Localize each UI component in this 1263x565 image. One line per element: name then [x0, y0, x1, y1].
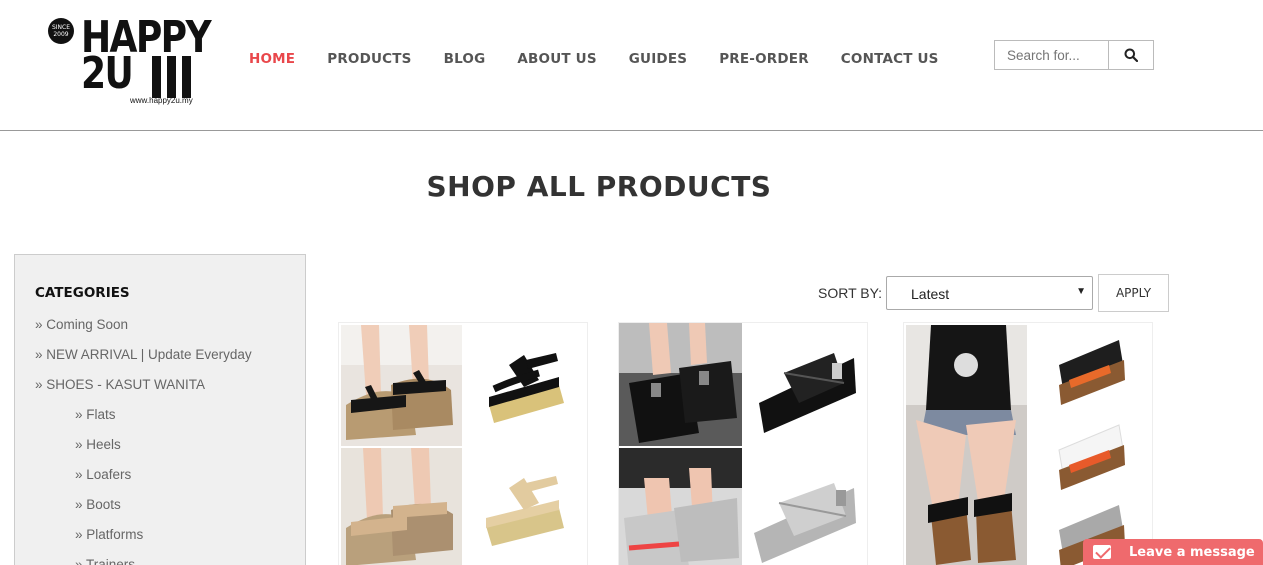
product-card[interactable] [618, 322, 868, 565]
search-box [994, 40, 1154, 70]
category-coming-soon[interactable]: » Coming Soon [35, 317, 252, 347]
category-flats[interactable]: » Flats [35, 407, 252, 437]
logo-url: www.happy2u.my [130, 96, 193, 105]
search-button[interactable] [1109, 41, 1153, 69]
product-card[interactable] [903, 322, 1153, 565]
categories-sidebar: CATEGORIES » Coming Soon » NEW ARRIVAL |… [14, 254, 306, 565]
sort-label: SORT BY: [818, 285, 883, 301]
product-photo [906, 325, 1027, 565]
leave-message-widget[interactable]: Leave a message [1083, 539, 1263, 565]
product-photo [744, 323, 867, 446]
product-photo [619, 323, 742, 446]
site-header: SINCE 2009 HAPPY 2U www.happy2u.my HOME P… [0, 0, 1263, 131]
product-photo [619, 448, 742, 565]
nav-guides[interactable]: GUIDES [629, 51, 687, 71]
since-badge: SINCE 2009 [48, 18, 74, 44]
apply-button[interactable]: APPLY [1098, 274, 1169, 312]
product-photo [464, 448, 585, 565]
product-photo [1029, 325, 1150, 565]
category-trainers[interactable]: » Trainers [35, 557, 252, 565]
search-input[interactable] [995, 41, 1109, 69]
product-photo [341, 325, 462, 446]
product-photo [341, 448, 462, 565]
nav-blog[interactable]: BLOG [444, 51, 486, 71]
category-boots[interactable]: » Boots [35, 497, 252, 527]
sort-select[interactable]: Latest ▼ [886, 276, 1093, 310]
category-shoes[interactable]: » SHOES - KASUT WANITA [35, 377, 252, 407]
nav-products[interactable]: PRODUCTS [327, 51, 411, 71]
category-new-arrival[interactable]: » NEW ARRIVAL | Update Everyday [35, 347, 252, 377]
category-platforms[interactable]: » Platforms [35, 527, 252, 557]
categories-heading: CATEGORIES [35, 285, 130, 301]
nav-contact-us[interactable]: CONTACT US [841, 51, 939, 71]
category-loafers[interactable]: » Loafers [35, 467, 252, 497]
product-photo [744, 448, 867, 565]
chevron-down-icon: ▼ [1076, 286, 1086, 297]
mail-icon [1093, 545, 1111, 559]
category-list: » Coming Soon » NEW ARRIVAL | Update Eve… [35, 317, 252, 565]
sort-selected-value: Latest [911, 286, 950, 302]
product-card[interactable] [338, 322, 588, 565]
nav-pre-order[interactable]: PRE-ORDER [719, 51, 809, 71]
nav-about-us[interactable]: ABOUT US [517, 51, 596, 71]
happy2u-logo[interactable]: SINCE 2009 HAPPY 2U www.happy2u.my [48, 12, 212, 108]
product-photo [464, 325, 585, 446]
category-heels[interactable]: » Heels [35, 437, 252, 467]
main-nav: HOME PRODUCTS BLOG ABOUT US GUIDES PRE-O… [249, 51, 971, 71]
search-icon [1124, 48, 1138, 62]
page-title: SHOP ALL PRODUCTS [426, 170, 772, 203]
chat-label: Leave a message [1129, 544, 1255, 560]
nav-home[interactable]: HOME [249, 51, 295, 71]
